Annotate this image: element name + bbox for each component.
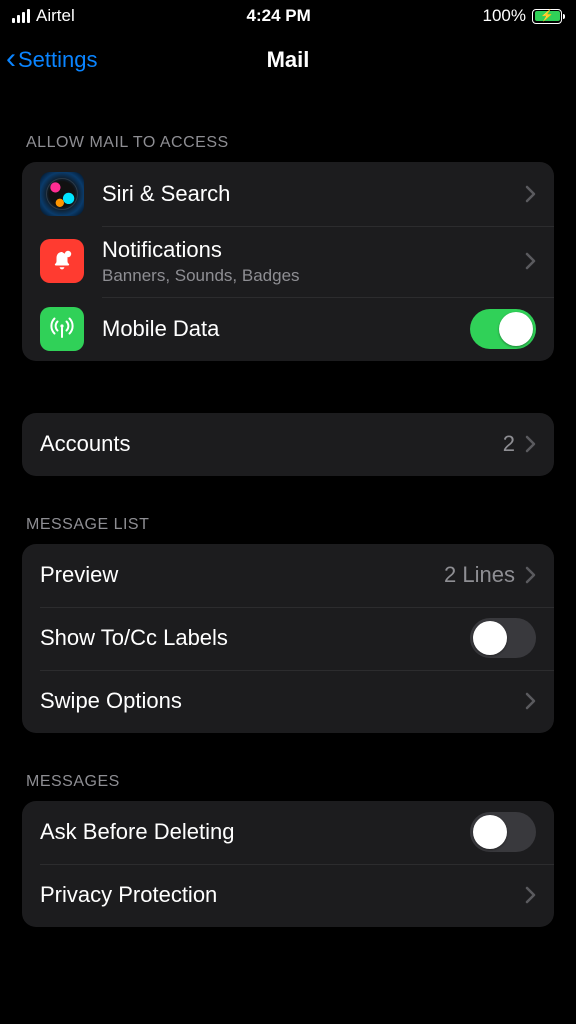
accounts-count: 2 (503, 431, 515, 457)
accounts-label: Accounts (40, 430, 503, 458)
swipe-label: Swipe Options (40, 687, 525, 715)
row-show-tocc: Show To/Cc Labels (22, 607, 554, 670)
row-swipe-options[interactable]: Swipe Options (22, 670, 554, 733)
status-bar: Airtel 4:24 PM 100% ⚡ (0, 0, 576, 32)
row-notifications[interactable]: Notifications Banners, Sounds, Badges (22, 226, 554, 297)
chevron-right-icon (525, 185, 536, 203)
notifications-label: Notifications (102, 236, 525, 264)
section-header-message-list: Message List (26, 516, 550, 534)
siri-icon (40, 172, 84, 216)
chevron-right-icon (525, 692, 536, 710)
ask-delete-toggle[interactable] (470, 812, 536, 852)
battery-icon: ⚡ (532, 9, 562, 24)
carrier-label: Airtel (36, 6, 75, 26)
signal-icon (12, 9, 30, 23)
notifications-sublabel: Banners, Sounds, Badges (102, 265, 525, 287)
back-button[interactable]: ‹ Settings (6, 46, 98, 74)
chevron-right-icon (525, 566, 536, 584)
bell-icon (40, 239, 84, 283)
battery-percent: 100% (483, 6, 526, 26)
status-left: Airtel (12, 6, 75, 26)
row-ask-before-deleting: Ask Before Deleting (22, 801, 554, 864)
section-header-access: Allow Mail to Access (26, 134, 550, 152)
ask-delete-label: Ask Before Deleting (40, 818, 470, 846)
group-accounts: Accounts 2 (22, 413, 554, 476)
group-message-list: Preview 2 Lines Show To/Cc Labels Swipe … (22, 544, 554, 733)
row-preview[interactable]: Preview 2 Lines (22, 544, 554, 607)
preview-label: Preview (40, 561, 444, 589)
chevron-right-icon (525, 435, 536, 453)
mobile-data-label: Mobile Data (102, 315, 470, 343)
content: Allow Mail to Access Siri & Search Notif… (0, 134, 576, 927)
siri-label: Siri & Search (102, 180, 525, 208)
back-label: Settings (18, 47, 98, 73)
chevron-right-icon (525, 886, 536, 904)
row-accounts[interactable]: Accounts 2 (22, 413, 554, 476)
chevron-left-icon: ‹ (6, 44, 16, 74)
section-header-messages: Messages (26, 773, 550, 791)
antenna-icon (40, 307, 84, 351)
row-privacy-protection[interactable]: Privacy Protection (22, 864, 554, 927)
preview-value: 2 Lines (444, 562, 515, 588)
group-messages: Ask Before Deleting Privacy Protection (22, 801, 554, 927)
chevron-right-icon (525, 252, 536, 270)
show-tocc-label: Show To/Cc Labels (40, 624, 470, 652)
nav-bar: ‹ Settings Mail (0, 32, 576, 88)
show-tocc-toggle[interactable] (470, 618, 536, 658)
privacy-label: Privacy Protection (40, 881, 525, 909)
status-time: 4:24 PM (247, 6, 311, 26)
mobile-data-toggle[interactable] (470, 309, 536, 349)
row-mobile-data: Mobile Data (22, 297, 554, 361)
row-siri-search[interactable]: Siri & Search (22, 162, 554, 226)
group-access: Siri & Search Notifications Banners, Sou… (22, 162, 554, 361)
status-right: 100% ⚡ (483, 6, 562, 26)
